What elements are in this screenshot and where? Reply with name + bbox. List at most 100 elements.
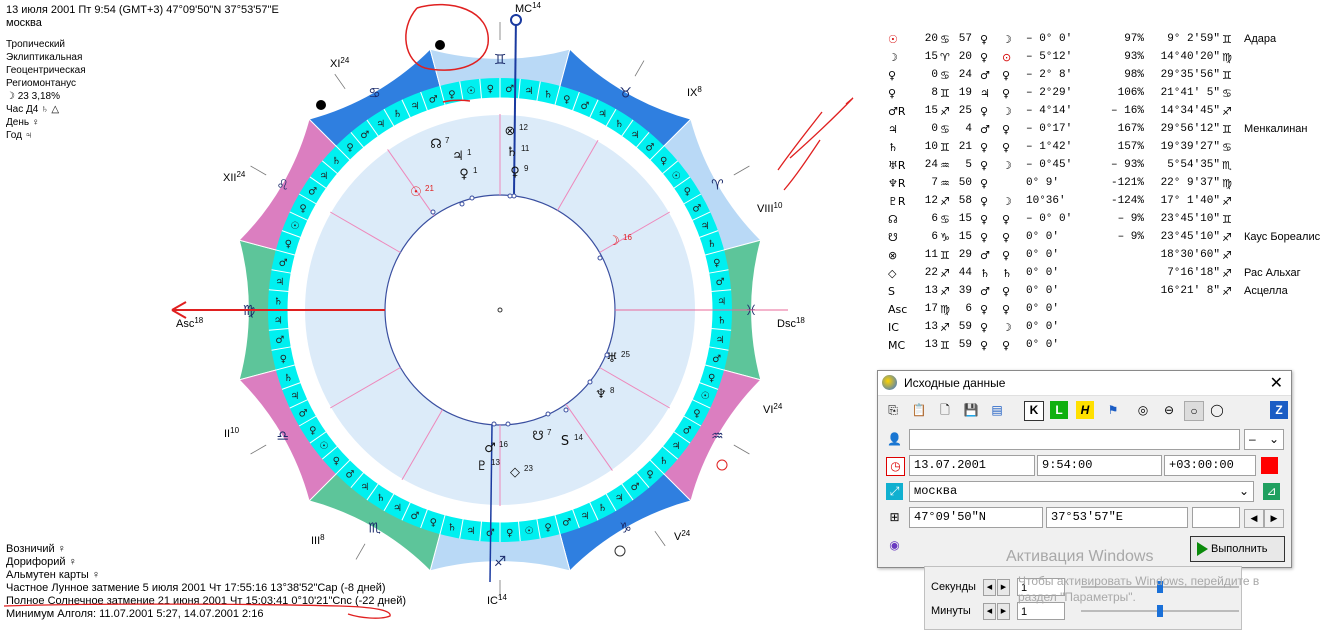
close-icon[interactable]: ✕ bbox=[1270, 373, 1283, 393]
location-icon: ⤢ bbox=[886, 483, 903, 500]
minutes-dec-button[interactable]: ◀ bbox=[983, 603, 996, 620]
planet-pct: 97% bbox=[1124, 33, 1144, 45]
planet-pct: -124% bbox=[1110, 195, 1144, 207]
minutes-inc-button[interactable]: ▶ bbox=[997, 603, 1010, 620]
planet-ruler: ♀ bbox=[980, 339, 989, 352]
table-icon[interactable]: ▤ bbox=[988, 401, 1006, 419]
disc-icon[interactable]: ◎ bbox=[1134, 401, 1152, 419]
planet-pos: 17° 1'40" bbox=[1160, 195, 1220, 207]
planet-sym: ♅R bbox=[888, 159, 906, 172]
chevron-down-icon: ⌄ bbox=[1238, 484, 1249, 498]
timezone-field[interactable]: +03:00:00 bbox=[1164, 455, 1256, 476]
planet-psign: ♊ bbox=[1222, 33, 1232, 46]
l-button[interactable]: L bbox=[1050, 401, 1068, 419]
tag-icon[interactable]: ⚑ bbox=[1104, 401, 1122, 419]
planet-orb: – 0°45' bbox=[1026, 159, 1073, 171]
planet-deg: 20 bbox=[924, 33, 938, 45]
planet-pos: 9° 2'59" bbox=[1167, 33, 1220, 45]
k-button[interactable]: K bbox=[1024, 401, 1044, 421]
planet-sym: ◇ bbox=[888, 267, 897, 280]
gender-value: – bbox=[1249, 432, 1256, 446]
planet-orb: 0° 0' bbox=[1026, 321, 1060, 333]
execute-button[interactable]: Выполнить bbox=[1190, 536, 1285, 562]
planet-pct: 93% bbox=[1124, 51, 1144, 63]
planet-star: Адара bbox=[1244, 33, 1277, 45]
dialog-titlebar[interactable]: Исходные данные ✕ bbox=[878, 371, 1291, 396]
planet-asp: ♀ bbox=[1002, 123, 1011, 136]
activation-watermark-text: Чтобы активировать Windows, перейдите в … bbox=[1018, 573, 1259, 605]
planet-sym: ♇R bbox=[888, 195, 906, 208]
planet-pos: 19°39'27" bbox=[1160, 141, 1220, 153]
planet-orb: – 2° 8' bbox=[1026, 69, 1073, 81]
planet-min: 25 bbox=[958, 105, 972, 117]
planet-pct: – 93% bbox=[1110, 159, 1144, 171]
planet-min: 5 bbox=[965, 159, 972, 171]
date-field[interactable]: 13.07.2001 bbox=[909, 455, 1035, 476]
color-swatch[interactable] bbox=[1261, 457, 1278, 474]
h-button[interactable]: H bbox=[1076, 401, 1094, 419]
play-icon bbox=[1197, 542, 1208, 556]
planet-star: Менкалинан bbox=[1244, 123, 1308, 135]
z-button[interactable]: Z bbox=[1270, 401, 1288, 419]
planet-deg: 13 bbox=[924, 339, 938, 351]
planet-asp: ☽ bbox=[1002, 33, 1012, 46]
minutes-track[interactable] bbox=[1081, 605, 1239, 617]
planet-pos: 5°54'35" bbox=[1167, 159, 1220, 171]
planet-ruler: ♀ bbox=[980, 105, 989, 118]
planet-sym: ☊ bbox=[888, 213, 898, 226]
planet-asp: ☽ bbox=[1002, 105, 1012, 118]
planet-orb: 0° 0' bbox=[1026, 285, 1060, 297]
planet-pct: – 16% bbox=[1110, 105, 1144, 117]
planet-ruler: ♂ bbox=[980, 69, 990, 82]
seconds-dec-button[interactable]: ◀ bbox=[983, 579, 996, 596]
save-icon[interactable]: 💾 bbox=[962, 401, 980, 419]
new-document-icon[interactable]: 🗋 bbox=[936, 401, 954, 419]
paste-icon[interactable]: 📋 bbox=[910, 401, 928, 419]
planet-orb: 0° 0' bbox=[1026, 303, 1060, 315]
planet-pct: 157% bbox=[1117, 141, 1144, 153]
planet-orb: – 1°42' bbox=[1026, 141, 1073, 153]
planet-min: 21 bbox=[958, 141, 972, 153]
planet-ruler: ♀ bbox=[980, 231, 989, 244]
planet-sign: ♍ bbox=[940, 303, 950, 316]
ring-icon[interactable]: ⊖ bbox=[1160, 401, 1178, 419]
scroll-left-button[interactable]: ◀ bbox=[1244, 509, 1264, 528]
place-field[interactable]: москва ⌄ bbox=[909, 481, 1254, 502]
latitude-field[interactable]: 47°09'50"N bbox=[909, 507, 1043, 528]
planet-pos: 18°30'60" bbox=[1160, 249, 1220, 261]
planet-sign: ♋ bbox=[940, 213, 950, 226]
time-field[interactable]: 9:54:00 bbox=[1037, 455, 1162, 476]
seconds-inc-button[interactable]: ▶ bbox=[997, 579, 1010, 596]
scroll-right-button[interactable]: ▶ bbox=[1264, 509, 1284, 528]
planet-asp: ☽ bbox=[1002, 159, 1012, 172]
planet-deg: 6 bbox=[931, 231, 938, 243]
planet-ruler: ♃ bbox=[980, 87, 990, 100]
big-circle-icon[interactable]: ◯ bbox=[1208, 401, 1226, 419]
planet-asp: ♀ bbox=[1002, 69, 1011, 82]
planet-deg: 0 bbox=[931, 123, 938, 135]
source-data-dialog[interactable]: Исходные данные ✕ ⎘ 📋 🗋 💾 ▤ K L H ⚑ ◎ ⊖ … bbox=[877, 370, 1292, 568]
planet-asp: ♀ bbox=[1002, 285, 1011, 298]
longitude-field[interactable]: 37°53'57"E bbox=[1046, 507, 1188, 528]
extra-field[interactable] bbox=[1192, 507, 1240, 528]
settings-icon[interactable]: ◉ bbox=[886, 537, 903, 554]
planet-orb: 0° 9' bbox=[1026, 177, 1060, 189]
small-circle-icon[interactable]: ○ bbox=[1184, 401, 1204, 421]
planet-asp: ⊙ bbox=[1002, 51, 1012, 64]
planet-sign: ♐ bbox=[940, 105, 950, 118]
gender-select[interactable]: – ⌄ bbox=[1244, 429, 1284, 450]
planet-sign: ♋ bbox=[940, 69, 950, 82]
planet-sym: ♀ bbox=[888, 69, 897, 82]
clock-icon: ◷ bbox=[886, 457, 905, 476]
planet-psign: ♊ bbox=[1222, 69, 1232, 82]
dialog-title: Исходные данные bbox=[904, 376, 1006, 390]
planet-asp: ♀ bbox=[1002, 303, 1011, 316]
planet-psign: ♐ bbox=[1222, 105, 1232, 118]
name-field[interactable] bbox=[909, 429, 1240, 450]
planet-min: 19 bbox=[958, 87, 972, 99]
minutes-slider-thumb[interactable] bbox=[1157, 605, 1163, 617]
planet-deg: 17 bbox=[924, 303, 938, 315]
copy-icon[interactable]: ⎘ bbox=[884, 401, 902, 419]
map-icon[interactable]: ⊿ bbox=[1263, 483, 1280, 500]
planet-ruler: ♀ bbox=[980, 213, 989, 226]
